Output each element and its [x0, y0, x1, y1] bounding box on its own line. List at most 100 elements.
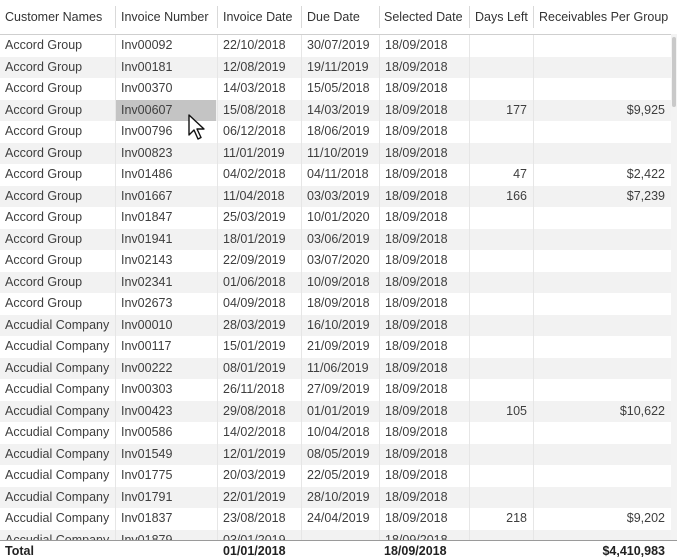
cell-invoice-number[interactable]: Inv00010	[116, 315, 216, 337]
cell-receivables[interactable]: $9,202	[534, 508, 671, 530]
table-row[interactable]: Accudial Company Inv00303 26/11/2018 27/09/…	[0, 379, 671, 401]
cell-receivables[interactable]	[534, 272, 671, 294]
cell-receivables[interactable]	[534, 530, 671, 541]
cell-due-date[interactable]: 14/03/2019	[302, 100, 379, 122]
cell-invoice-date[interactable]: 06/12/2018	[218, 121, 301, 143]
table-row[interactable]: Accord Group Inv00823 11/01/2019 11/10/2019…	[0, 142, 671, 165]
table-row[interactable]: Accudial Company Inv01549 12/01/2019 08/05/…	[0, 443, 671, 466]
cell-due-date[interactable]: 15/05/2018	[302, 78, 379, 100]
cell-due-date[interactable]: 18/09/2018	[302, 293, 379, 315]
cell-receivables[interactable]	[534, 229, 671, 251]
cell-receivables[interactable]	[534, 143, 671, 165]
table-row[interactable]: Accord Group Inv01667 11/04/2018 03/03/2019…	[0, 185, 671, 208]
cell-invoice-date[interactable]: 15/01/2019	[218, 336, 301, 358]
cell-due-date[interactable]: 27/09/2019	[302, 379, 379, 401]
cell-invoice-date[interactable]: 11/04/2018	[218, 186, 301, 208]
cell-customer-name[interactable]: Accudial Company	[0, 379, 115, 401]
cell-customer-name[interactable]: Accord Group	[0, 186, 115, 208]
cell-receivables[interactable]: $10,622	[534, 401, 671, 423]
table-row[interactable]: Accudial Company Inv00423 29/08/2018 01/01/…	[0, 400, 671, 423]
cell-days-left[interactable]	[470, 530, 533, 541]
cell-invoice-date[interactable]: 22/01/2019	[218, 487, 301, 509]
cell-customer-name[interactable]: Accord Group	[0, 35, 115, 57]
cell-invoice-date[interactable]: 15/08/2018	[218, 100, 301, 122]
cell-receivables[interactable]: $2,422	[534, 164, 671, 186]
column-header-invoice-date[interactable]: Invoice Date	[218, 0, 301, 34]
cell-invoice-number[interactable]: Inv02673	[116, 293, 216, 315]
cell-invoice-date[interactable]: 12/08/2019	[218, 57, 301, 79]
cell-invoice-number[interactable]: Inv01847	[116, 207, 216, 229]
table-row[interactable]: Accudial Company Inv01791 22/01/2019 28/10/…	[0, 486, 671, 509]
table-row[interactable]: Accord Group Inv00181 12/08/2019 19/11/2019…	[0, 56, 671, 79]
table-row[interactable]: Accord Group Inv02143 22/09/2019 03/07/2020…	[0, 250, 671, 272]
cell-days-left[interactable]	[470, 35, 533, 57]
cell-selected-date[interactable]: 18/09/2018	[380, 78, 469, 100]
cell-invoice-number[interactable]: Inv01549	[116, 444, 216, 466]
cell-due-date[interactable]: 11/06/2019	[302, 358, 379, 380]
cell-selected-date[interactable]: 18/09/2018	[380, 530, 469, 541]
cell-invoice-number[interactable]: Inv00303	[116, 379, 216, 401]
cell-receivables[interactable]	[534, 315, 671, 337]
table-row[interactable]: Accord Group Inv02341 01/06/2018 10/09/2018…	[0, 271, 671, 294]
cell-customer-name[interactable]: Accudial Company	[0, 358, 115, 380]
cell-days-left[interactable]	[470, 379, 533, 401]
cell-due-date[interactable]: 28/10/2019	[302, 487, 379, 509]
cell-invoice-date[interactable]: 28/03/2019	[218, 315, 301, 337]
cell-receivables[interactable]	[534, 358, 671, 380]
cell-due-date[interactable]	[302, 530, 379, 541]
cell-customer-name[interactable]: Accudial Company	[0, 315, 115, 337]
table-row[interactable]: Accudial Company Inv00117 15/01/2019 21/09/…	[0, 336, 671, 358]
cell-invoice-number[interactable]: Inv02341	[116, 272, 216, 294]
column-header-days-left[interactable]: Days Left	[470, 0, 534, 34]
column-header-invoice-number[interactable]: Invoice Number	[116, 0, 216, 34]
cell-days-left[interactable]	[470, 422, 533, 444]
cell-selected-date[interactable]: 18/09/2018	[380, 444, 469, 466]
cell-receivables[interactable]	[534, 121, 671, 143]
cell-selected-date[interactable]: 18/09/2018	[380, 250, 469, 272]
cell-invoice-date[interactable]: 22/09/2019	[218, 250, 301, 272]
cell-invoice-date[interactable]: 20/03/2019	[218, 465, 301, 487]
cell-invoice-date[interactable]: 11/01/2019	[218, 143, 301, 165]
column-header-selected-date[interactable]: Selected Date	[379, 0, 469, 34]
cell-invoice-number[interactable]: Inv00222	[116, 358, 216, 380]
cell-receivables[interactable]	[534, 444, 671, 466]
cell-days-left[interactable]: 218	[470, 508, 533, 530]
cell-due-date[interactable]: 03/06/2019	[302, 229, 379, 251]
table-row[interactable]: Accudial Company Inv01879 03/01/2019 18/09/…	[0, 529, 671, 541]
cell-selected-date[interactable]: 18/09/2018	[380, 57, 469, 79]
cell-days-left[interactable]: 47	[470, 164, 533, 186]
cell-customer-name[interactable]: Accord Group	[0, 250, 115, 272]
cell-selected-date[interactable]: 18/09/2018	[380, 35, 469, 57]
cell-due-date[interactable]: 10/09/2018	[302, 272, 379, 294]
cell-customer-name[interactable]: Accudial Company	[0, 336, 115, 358]
cell-selected-date[interactable]: 18/09/2018	[380, 229, 469, 251]
cell-invoice-number[interactable]: Inv00370	[116, 78, 216, 100]
cell-invoice-date[interactable]: 22/10/2018	[218, 35, 301, 57]
cell-days-left[interactable]	[470, 143, 533, 165]
table-row[interactable]: Accudial Company Inv00222 08/01/2019 11/06/…	[0, 357, 671, 380]
cell-days-left[interactable]	[470, 229, 533, 251]
cell-invoice-number[interactable]: Inv01486	[116, 164, 216, 186]
cell-customer-name[interactable]: Accudial Company	[0, 487, 115, 509]
cell-receivables[interactable]	[534, 207, 671, 229]
cell-customer-name[interactable]: Accord Group	[0, 57, 115, 79]
cell-receivables[interactable]	[534, 465, 671, 487]
cell-days-left[interactable]	[470, 465, 533, 487]
cell-customer-name[interactable]: Accord Group	[0, 164, 115, 186]
cell-due-date[interactable]: 19/11/2019	[302, 57, 379, 79]
cell-customer-name[interactable]: Accudial Company	[0, 465, 115, 487]
cell-due-date[interactable]: 16/10/2019	[302, 315, 379, 337]
cell-invoice-date[interactable]: 03/01/2019	[218, 530, 301, 541]
cell-invoice-number[interactable]: Inv01837	[116, 508, 216, 530]
cell-due-date[interactable]: 10/01/2020	[302, 207, 379, 229]
cell-days-left[interactable]	[470, 358, 533, 380]
cell-invoice-number[interactable]: Inv00823	[116, 143, 216, 165]
table-row[interactable]: Accord Group Inv01847 25/03/2019 10/01/2020…	[0, 207, 671, 229]
cell-selected-date[interactable]: 18/09/2018	[380, 487, 469, 509]
cell-receivables[interactable]: $7,239	[534, 186, 671, 208]
table-row[interactable]: Accord Group Inv00370 14/03/2018 15/05/2018…	[0, 78, 671, 100]
cell-invoice-number[interactable]: Inv00117	[116, 336, 216, 358]
cell-receivables[interactable]: $9,925	[534, 100, 671, 122]
cell-days-left[interactable]	[470, 121, 533, 143]
cell-invoice-date[interactable]: 08/01/2019	[218, 358, 301, 380]
